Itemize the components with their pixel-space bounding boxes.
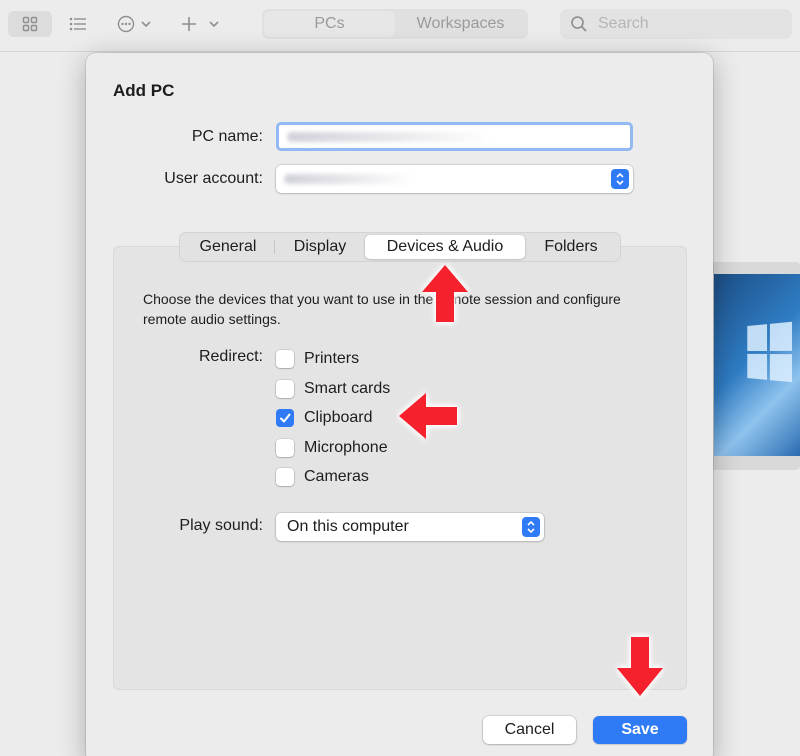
more-actions-button[interactable] xyxy=(112,11,162,37)
list-view-button[interactable] xyxy=(60,11,96,37)
user-account-label: User account: xyxy=(164,170,263,187)
annotation-arrow-up-icon xyxy=(422,265,468,322)
smart-cards-checkbox[interactable] xyxy=(276,380,294,398)
printers-option[interactable]: Printers xyxy=(276,348,359,370)
tab-devices-audio[interactable]: Devices & Audio xyxy=(365,235,525,259)
list-view-icon xyxy=(69,17,86,31)
tab-display[interactable]: Display xyxy=(275,235,365,259)
more-icon xyxy=(117,15,151,33)
grid-view-icon xyxy=(22,16,38,32)
clipboard-checkbox[interactable] xyxy=(276,409,294,427)
smart-cards-label: Smart cards xyxy=(304,380,391,397)
pc-name-input[interactable] xyxy=(276,122,633,151)
redacted-pc-name xyxy=(287,132,492,142)
microphone-option[interactable]: Microphone xyxy=(276,437,388,459)
user-account-select[interactable] xyxy=(276,165,633,193)
printers-label: Printers xyxy=(304,350,360,367)
play-sound-value: On this computer xyxy=(287,518,409,535)
pc-name-label: PC name: xyxy=(191,128,263,145)
microphone-checkbox[interactable] xyxy=(276,439,294,457)
redirect-label: Redirect: xyxy=(198,348,263,365)
smart-cards-option[interactable]: Smart cards xyxy=(276,378,390,400)
clipboard-option[interactable]: Clipboard xyxy=(276,407,372,429)
main-toolbar: PCs Workspaces Search xyxy=(0,0,800,52)
add-icon xyxy=(182,17,219,31)
search-icon xyxy=(571,16,587,32)
dialog-title: Add PC xyxy=(113,81,175,100)
search-placeholder: Search xyxy=(598,15,649,32)
segment-pcs[interactable]: PCs xyxy=(264,11,395,37)
cameras-option[interactable]: Cameras xyxy=(276,466,369,488)
microphone-label: Microphone xyxy=(304,439,388,456)
desktop-preview-image xyxy=(714,274,800,456)
play-sound-select[interactable]: On this computer xyxy=(276,513,544,541)
add-button[interactable] xyxy=(176,11,228,37)
windows-logo-icon xyxy=(747,321,793,383)
redacted-user-account xyxy=(284,174,414,184)
tab-general[interactable]: General xyxy=(182,235,274,259)
pc-thumbnail[interactable] xyxy=(706,262,800,470)
segment-workspaces[interactable]: Workspaces xyxy=(395,11,526,37)
grid-view-button[interactable] xyxy=(8,11,52,37)
play-sound-label: Play sound: xyxy=(179,517,263,534)
tab-folders[interactable]: Folders xyxy=(525,235,617,259)
cameras-checkbox[interactable] xyxy=(276,468,294,486)
view-switcher: PCs Workspaces xyxy=(262,9,528,39)
search-field[interactable]: Search xyxy=(560,9,792,39)
cameras-label: Cameras xyxy=(304,468,369,485)
annotation-arrow-left-icon xyxy=(399,393,457,439)
popup-stepper-icon xyxy=(522,517,540,537)
settings-tabs: General Display Devices & Audio Folders xyxy=(180,233,620,261)
printers-checkbox[interactable] xyxy=(276,350,294,368)
cancel-button[interactable]: Cancel xyxy=(483,716,576,744)
save-button[interactable]: Save xyxy=(593,716,687,744)
popup-stepper-icon xyxy=(611,169,629,189)
devices-description: Choose the devices that you want to use … xyxy=(143,291,621,327)
checkmark-icon xyxy=(280,413,291,423)
annotation-arrow-down-icon xyxy=(617,637,663,696)
clipboard-label: Clipboard xyxy=(304,409,373,426)
